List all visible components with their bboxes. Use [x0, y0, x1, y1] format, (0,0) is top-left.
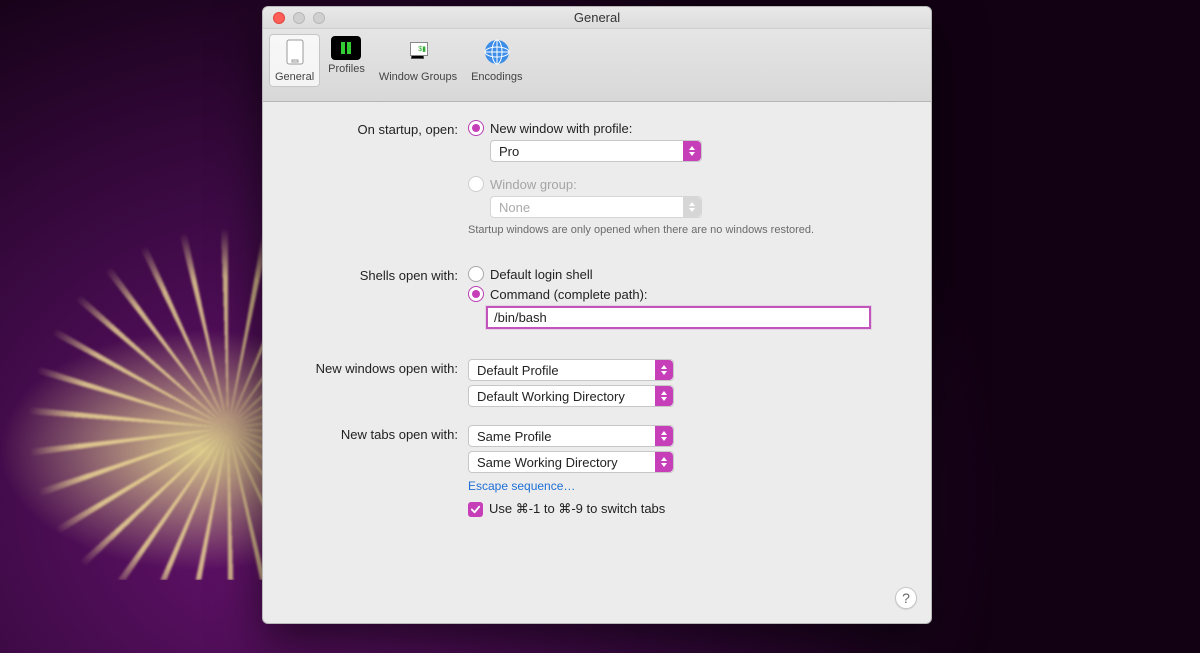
- zoom-button[interactable]: [313, 12, 325, 24]
- radio-startup-profile-label: New window with profile:: [490, 121, 632, 136]
- new-windows-label: New windows open with:: [293, 359, 468, 376]
- new-tabs-profile-value: Same Profile: [477, 429, 551, 444]
- radio-startup-profile[interactable]: [468, 120, 484, 136]
- minimize-button[interactable]: [293, 12, 305, 24]
- radio-startup-group[interactable]: [468, 176, 484, 192]
- new-windows-dir-popup[interactable]: Default Working Directory: [468, 385, 674, 407]
- chevron-updown-icon: [655, 452, 673, 472]
- radio-shell-default[interactable]: [468, 266, 484, 282]
- radio-shell-default-label: Default login shell: [490, 267, 593, 282]
- window-controls: [263, 12, 325, 24]
- tab-profiles-label: Profiles: [328, 63, 365, 75]
- switch-tabs-label: Use ⌘-1 to ⌘-9 to switch tabs: [489, 501, 665, 517]
- help-icon: ?: [902, 590, 910, 606]
- window-groups-icon: $▮: [402, 36, 434, 68]
- tab-encodings[interactable]: Encodings: [465, 34, 528, 87]
- new-tabs-profile-popup[interactable]: Same Profile: [468, 425, 674, 447]
- startup-hint: Startup windows are only opened when the…: [468, 224, 901, 236]
- tab-window-groups-label: Window Groups: [379, 71, 457, 83]
- chevron-updown-icon: [655, 360, 673, 380]
- startup-profile-popup[interactable]: Pro: [490, 140, 702, 162]
- radio-startup-group-label: Window group:: [490, 177, 577, 192]
- chevron-updown-icon: [655, 386, 673, 406]
- new-windows-profile-popup[interactable]: Default Profile: [468, 359, 674, 381]
- shell-command-field[interactable]: /bin/bash: [486, 306, 871, 329]
- switch-tabs-checkbox[interactable]: [468, 502, 483, 517]
- chevron-updown-icon: [655, 426, 673, 446]
- help-button[interactable]: ?: [895, 587, 917, 609]
- shell-command-value: /bin/bash: [494, 310, 547, 325]
- startup-profile-value: Pro: [499, 144, 519, 159]
- tab-general-label: General: [275, 71, 314, 83]
- window-title: General: [263, 10, 931, 25]
- startup-group-popup: None: [490, 196, 702, 218]
- toolbar: General Profiles $▮ Window Groups: [263, 29, 931, 102]
- chevron-updown-icon: [683, 197, 701, 217]
- radio-shell-command-label: Command (complete path):: [490, 287, 648, 302]
- tab-window-groups[interactable]: $▮ Window Groups: [373, 34, 463, 87]
- new-tabs-dir-popup[interactable]: Same Working Directory: [468, 451, 674, 473]
- startup-label: On startup, open:: [293, 120, 468, 137]
- titlebar: General: [263, 7, 931, 29]
- encodings-icon: [481, 36, 513, 68]
- tab-profiles[interactable]: Profiles: [322, 34, 371, 79]
- radio-shell-command[interactable]: [468, 286, 484, 302]
- startup-group-value: None: [499, 200, 530, 215]
- tab-general[interactable]: General: [269, 34, 320, 87]
- new-tabs-dir-value: Same Working Directory: [477, 455, 618, 470]
- profiles-icon: [331, 36, 361, 60]
- close-button[interactable]: [273, 12, 285, 24]
- tab-encodings-label: Encodings: [471, 71, 522, 83]
- new-tabs-label: New tabs open with:: [293, 425, 468, 442]
- escape-sequence-link[interactable]: Escape sequence…: [468, 479, 575, 493]
- new-windows-profile-value: Default Profile: [477, 363, 559, 378]
- chevron-updown-icon: [683, 141, 701, 161]
- general-icon: [279, 36, 311, 68]
- shells-label: Shells open with:: [293, 266, 468, 283]
- new-windows-dir-value: Default Working Directory: [477, 389, 625, 404]
- content-pane: On startup, open: New window with profil…: [263, 102, 931, 623]
- preferences-window: General General Profiles $▮ Window Group…: [262, 6, 932, 624]
